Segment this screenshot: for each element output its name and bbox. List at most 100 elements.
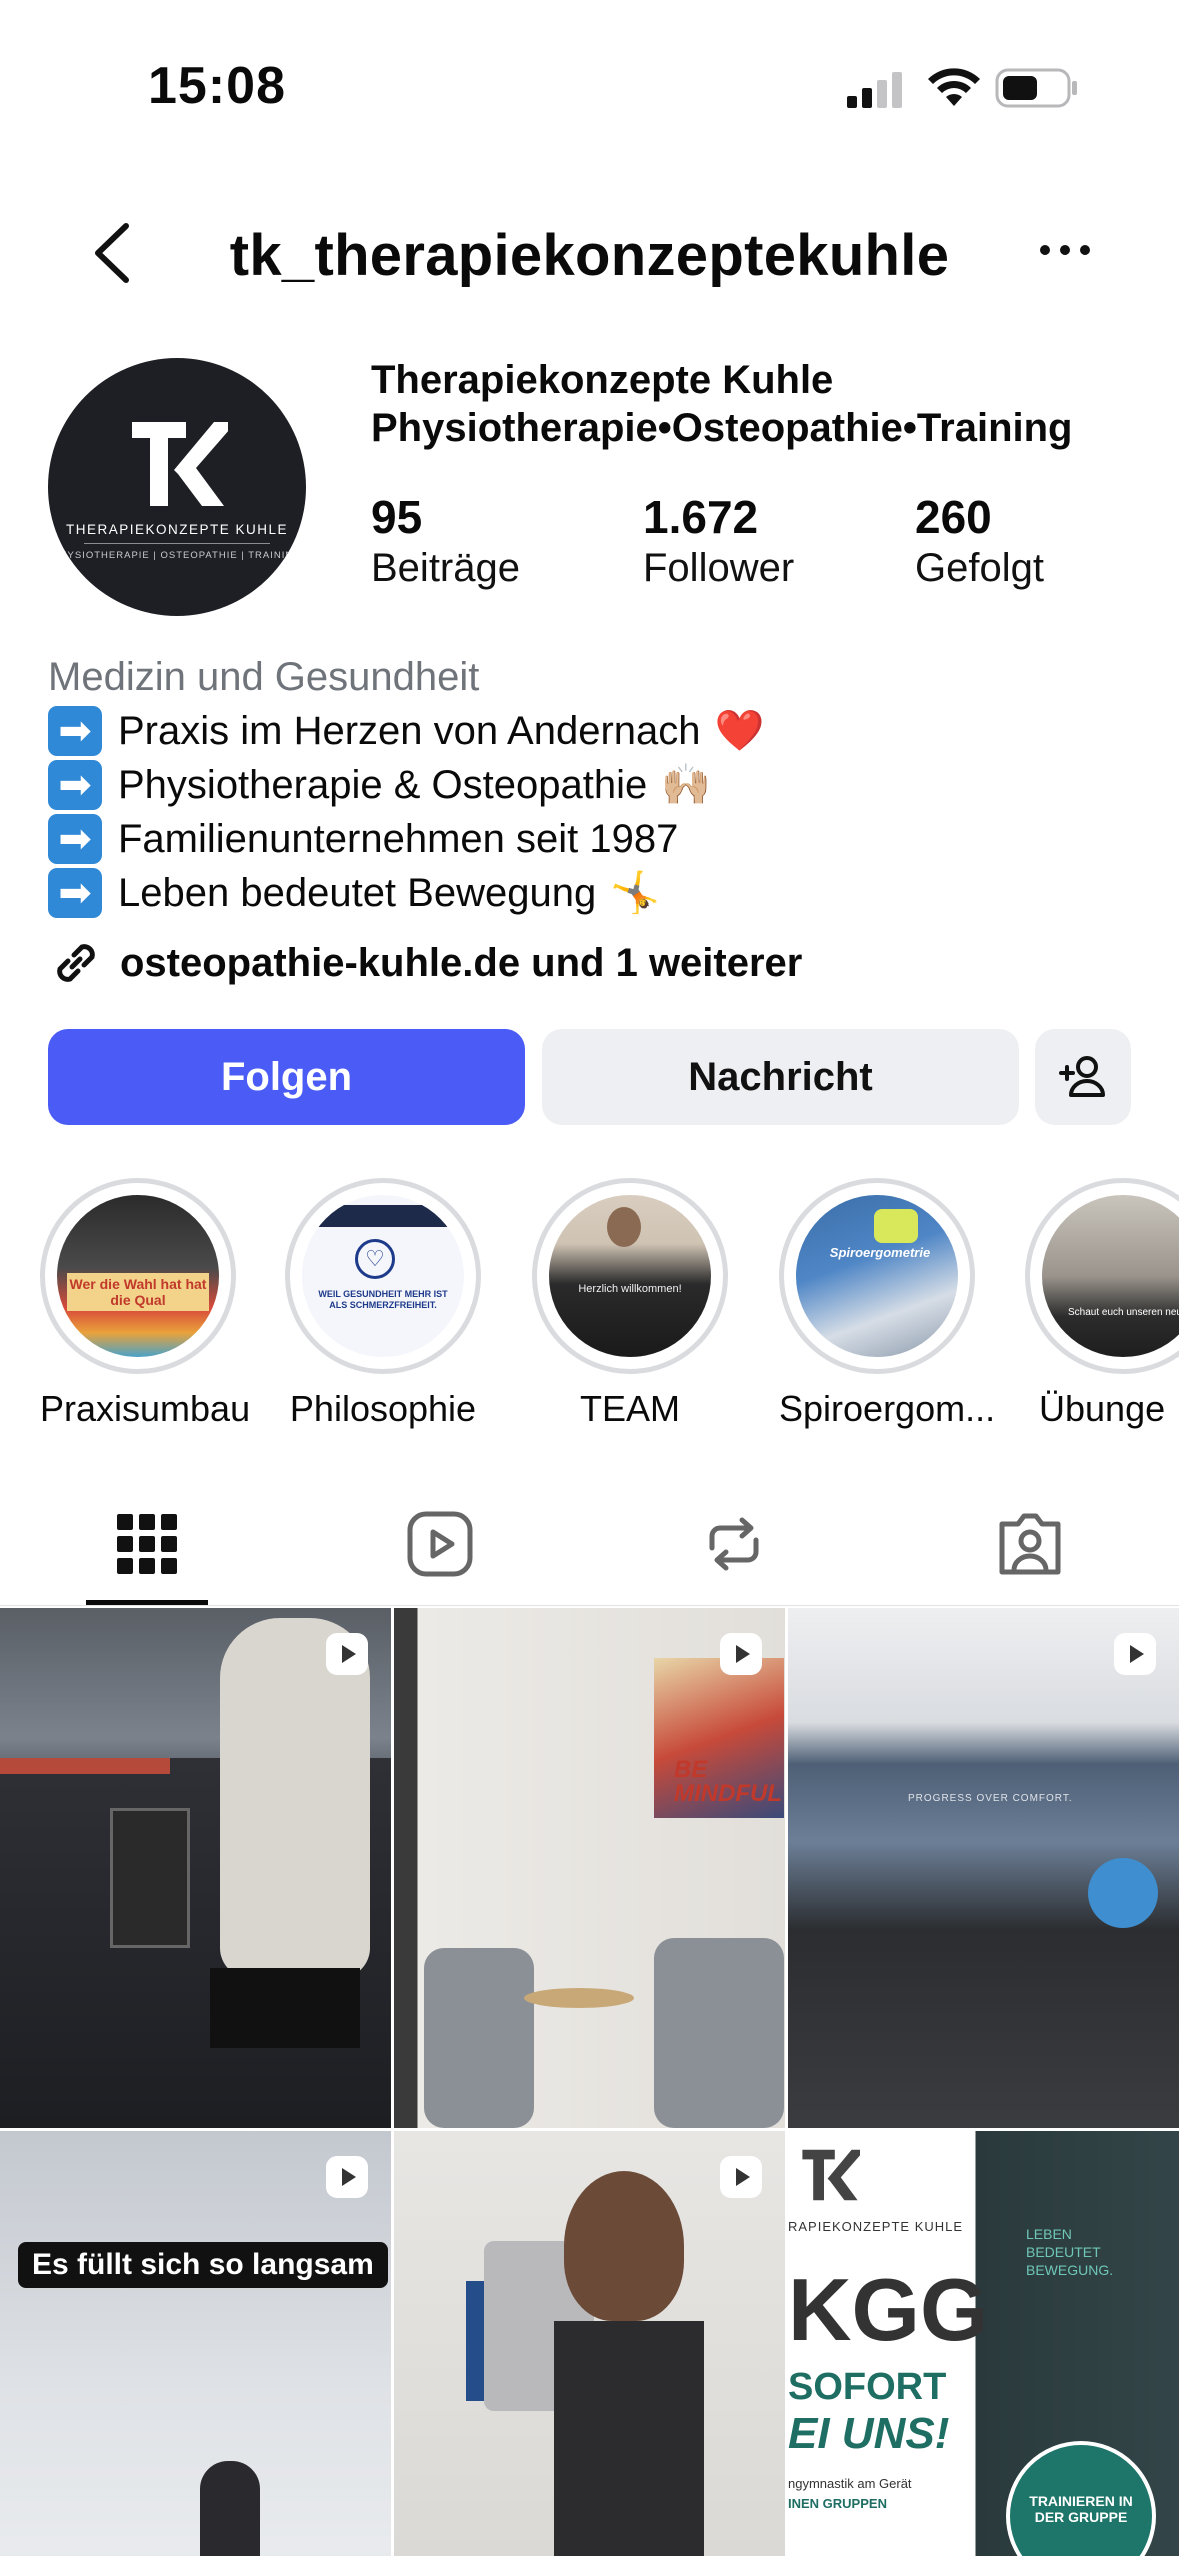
status-bar: 15:08 (0, 0, 1179, 170)
post-thumbnail[interactable]: PROGRESS OVER COMFORT. (788, 1608, 1179, 2128)
highlight-cover-text: Spiroergometrie (829, 1245, 931, 1260)
floor-stripe (0, 1758, 170, 1774)
reel-icon (720, 2156, 762, 2198)
person-torso (564, 2171, 684, 2321)
battery-icon (995, 68, 1077, 108)
post6-tagline: LEBEN BEDEUTET BEWEGUNG. (1026, 2226, 1114, 2278)
reel-icon (1114, 1633, 1156, 1675)
right-arrow-icon: ➡ (48, 868, 102, 918)
highlight-ring: Schaut euch unseren neu (1025, 1178, 1179, 1374)
highlight-label: Praxisumbau (40, 1388, 251, 1429)
bio-text: Praxis im Herzen von Andernach (118, 709, 701, 753)
profile-display-name: Therapiekonzepte Kuhle Physiotherapie•Os… (371, 356, 1072, 452)
bio-link-text[interactable]: osteopathie-kuhle.de und 1 weiterer (120, 941, 802, 986)
profile-category: Medizin und Gesundheit (48, 655, 480, 699)
highlight-cover-text: Schaut euch unseren neu (1068, 1307, 1179, 1318)
post6-brand: RAPIEKONZEPTE KUHLE (788, 2219, 964, 2234)
highlight-praxisumbau[interactable]: Wer die Wahl hat hat die Qual Praxisumba… (40, 1178, 251, 1430)
highlight-cover: Spiroergometrie (796, 1195, 958, 1357)
bio-link[interactable]: osteopathie-kuhle.de und 1 weiterer (48, 935, 802, 991)
wifi-icon (928, 68, 980, 106)
reposts-icon[interactable] (694, 1504, 774, 1584)
equipment (110, 1808, 190, 1948)
raised-hands-emoji: 🙌🏼 (661, 763, 712, 807)
highlight-cover: Wer die Wahl hat hat die Qual (57, 1195, 219, 1357)
post6-uns: EI UNS! (788, 2409, 950, 2458)
highlight-uebungen[interactable]: Schaut euch unseren neu Übunge (1025, 1178, 1179, 1430)
bio-line: ➡ Familienunternehmen seit 1987 (48, 812, 1148, 866)
highlight-label: Philosophie (289, 1388, 477, 1429)
profile-handle: tk_therapiekonzeptekuhle (229, 223, 950, 288)
highlight-ring: ♡ WEIL GESUNDHEIT MEHR IST ALS SCHMERZFR… (285, 1178, 481, 1374)
highlight-philosophie[interactable]: ♡ WEIL GESUNDHEIT MEHR IST ALS SCHMERZFR… (285, 1178, 481, 1430)
right-arrow-icon: ➡ (48, 814, 102, 864)
side-table (524, 1988, 634, 2008)
right-arrow-icon: ➡ (48, 760, 102, 810)
display-name-line2: Physiotherapie•Osteopathie•Training (371, 406, 1073, 450)
post-thumbnail[interactable] (0, 2131, 391, 2556)
avatar-brand-name: THERAPIEKONZEPTE KUHLE (65, 522, 289, 537)
resistance-band (466, 2281, 484, 2401)
highlight-cover-text: Wer die Wahl hat hat die Qual (67, 1273, 209, 1311)
highlight-label: Übunge (1039, 1388, 1166, 1429)
post6-badge-text: TRAINIEREN IN DER GRUPPE (1029, 2493, 1133, 2525)
person-shorts (210, 1968, 360, 2048)
bio-line: ➡ Physiotherapie & Osteopathie 🙌🏼 (48, 758, 1148, 812)
stat-label: Follower (643, 546, 795, 590)
highlight-team[interactable]: Herzlich willkommen! TEAM (532, 1178, 728, 1430)
cartwheel-emoji: 🤸 (610, 871, 661, 915)
highlight-cover-text: WEIL GESUNDHEIT MEHR IST ALS SCHMERZFREI… (318, 1289, 448, 1310)
highlight-ring: Spiroergometrie (779, 1178, 975, 1374)
status-time: 15:08 (148, 57, 286, 115)
follow-button[interactable]: Folgen (48, 1029, 525, 1125)
post6-sub: ngymnastik am Gerät (788, 2476, 912, 2491)
display-name-line1: Therapiekonzepte Kuhle (371, 358, 834, 402)
tk-logo-icon (802, 2149, 860, 2201)
post-thumbnail[interactable]: RAPIEKONZEPTE KUHLE KGG SOFORT EI UNS! n… (788, 2131, 1179, 2556)
post-thumbnail[interactable]: BE MINDFUL (394, 1608, 785, 2128)
cover-banner (302, 1205, 464, 1227)
avatar-brand-sub: PHYSIOTHERAPIE | OSTEOPATHIE | TRAINING (52, 550, 302, 561)
tk-logo-icon (132, 422, 228, 506)
bio-line: ➡ Praxis im Herzen von Andernach ❤️ (48, 704, 1148, 758)
post6-sofort: SOFORT (788, 2366, 947, 2408)
stat-posts[interactable]: 95 Beiträge (371, 490, 643, 592)
stat-followers[interactable]: 1.672 Follower (643, 490, 915, 592)
more-options-icon[interactable] (1035, 230, 1095, 270)
heart-icon: ♡ (355, 1239, 395, 1279)
post6-groups: INEN GRUPPEN (788, 2496, 887, 2511)
link-icon (57, 944, 95, 982)
bio-text: Physiotherapie & Osteopathie (118, 763, 648, 807)
stat-value: 1.672 (643, 491, 759, 543)
highlight-cover: ♡ WEIL GESUNDHEIT MEHR IST ALS SCHMERZFR… (302, 1195, 464, 1357)
heart-emoji: ❤️ (714, 709, 765, 753)
climber-figure (200, 2461, 260, 2556)
stat-value: 260 (915, 491, 992, 543)
reels-icon[interactable] (400, 1504, 480, 1584)
profile-nav-bar: tk_therapiekonzeptekuhle (0, 200, 1179, 305)
profile-stats: 95 Beiträge 1.672 Follower 260 Gefolgt (371, 490, 1179, 592)
person-pants (554, 2321, 704, 2556)
post-thumbnail[interactable] (0, 1608, 391, 2128)
highlight-spiroergometrie[interactable]: Spiroergometrie Spiroergom... (779, 1178, 995, 1430)
stat-following[interactable]: 260 Gefolgt (915, 490, 1179, 592)
message-button[interactable]: Nachricht (542, 1029, 1019, 1125)
post6-badge: TRAINIEREN IN DER GRUPPE (1006, 2441, 1156, 2556)
bio-text: Leben bedeutet Bewegung (118, 871, 597, 915)
bio-text: Familienunternehmen seit 1987 (118, 817, 679, 861)
wall-art-text: BE MINDFUL (674, 1756, 782, 1807)
chair-right (654, 1938, 784, 2128)
highlight-label: TEAM (579, 1388, 680, 1429)
profile-content-tabs (0, 1490, 1179, 1605)
tagged-icon[interactable] (990, 1504, 1070, 1584)
profile-avatar[interactable]: THERAPIEKONZEPTE KUHLE PHYSIOTHERAPIE | … (48, 358, 306, 616)
profile-bio: Medizin und Gesundheit ➡ Praxis im Herze… (48, 650, 1148, 920)
highlight-cover: Herzlich willkommen! (549, 1195, 711, 1357)
bio-line: ➡ Leben bedeutet Bewegung 🤸 (48, 866, 1148, 920)
suggest-people-button[interactable] (1035, 1029, 1131, 1125)
wall-text: PROGRESS OVER COMFORT. (908, 1793, 1073, 1804)
grid-icon[interactable] (107, 1504, 187, 1584)
post-thumbnail[interactable] (394, 2131, 785, 2556)
reel-icon (326, 2156, 368, 2198)
stat-label: Beiträge (371, 546, 520, 590)
